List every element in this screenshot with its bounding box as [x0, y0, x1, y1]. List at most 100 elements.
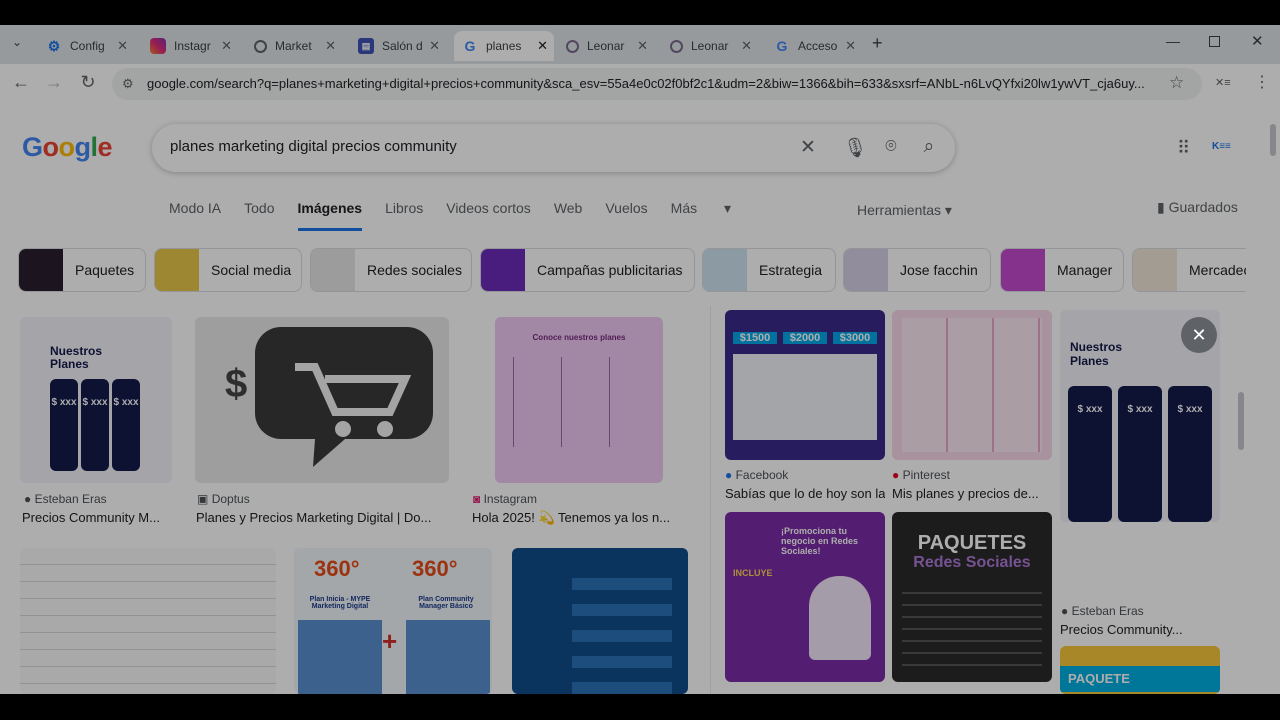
- tab-acceso[interactable]: G Acceso ✕: [766, 31, 862, 61]
- tab-planes[interactable]: G planes ✕: [454, 31, 554, 61]
- bookmark-star-icon[interactable]: ☆: [1169, 73, 1184, 93]
- result-source-3[interactable]: ◙ Instagram: [473, 492, 537, 506]
- preview-caption-pinterest[interactable]: Mis planes y precios de...: [892, 486, 1052, 501]
- back-icon[interactable]: ←: [9, 72, 33, 93]
- result-image-1[interactable]: Nuestros Planes $ xxx $ xxx $ xxx: [20, 317, 172, 483]
- filter-videos-cortos[interactable]: Videos cortos: [446, 200, 531, 231]
- search-icon[interactable]: ⌕: [918, 136, 940, 158]
- globe-icon: [566, 39, 579, 53]
- filter-vuelos[interactable]: Vuelos: [605, 200, 647, 231]
- forward-icon[interactable]: →: [42, 72, 66, 93]
- plan-panel: [298, 620, 382, 694]
- reload-icon[interactable]: ↻: [76, 72, 100, 93]
- result-image-2[interactable]: $: [195, 317, 449, 483]
- image-heading: PAQUETES: [917, 532, 1027, 554]
- microphone-icon[interactable]: 🎙: [843, 136, 867, 160]
- close-tab-icon[interactable]: ✕: [117, 38, 128, 54]
- browser-menu-icon[interactable]: ⋮: [1254, 72, 1270, 92]
- facebook-icon: ●: [725, 468, 733, 482]
- result-image-6[interactable]: [512, 548, 688, 694]
- new-tab-icon[interactable]: +: [872, 33, 883, 54]
- restore-icon[interactable]: [1209, 36, 1220, 47]
- close-tab-icon[interactable]: ✕: [429, 38, 440, 54]
- chip-mercadeo[interactable]: Mercadeo: [1132, 248, 1246, 292]
- result-source-2[interactable]: ▣ Doptus: [197, 492, 250, 506]
- google-logo[interactable]: Google: [22, 132, 113, 163]
- preview-caption-esteban[interactable]: Precios Community...: [1060, 622, 1220, 637]
- preview-image-paquetes[interactable]: PAQUETES Redes Sociales: [892, 512, 1052, 682]
- tab-title: Config: [70, 39, 105, 53]
- price-box: $2000: [783, 332, 827, 344]
- chip-social-media[interactable]: Social media: [154, 248, 302, 292]
- chip-paquetes[interactable]: Paquetes: [18, 248, 146, 292]
- url-field[interactable]: ⚙ google.com/search?q=planes+marketing+d…: [112, 68, 1202, 100]
- close-tab-icon[interactable]: ✕: [537, 38, 548, 54]
- price-box: $3000: [833, 332, 877, 344]
- preview-caption-facebook[interactable]: Sabías que lo de hoy son la...: [725, 486, 885, 501]
- chip-label: Estrategia: [759, 262, 823, 278]
- chip-label: Social media: [211, 262, 292, 278]
- minimize-icon[interactable]: —: [1166, 33, 1180, 49]
- site-info-icon[interactable]: ⚙: [122, 68, 134, 100]
- tab-leonar-1[interactable]: Leonar ✕: [558, 31, 654, 61]
- close-tab-icon[interactable]: ✕: [637, 38, 648, 54]
- preview-source-pinterest[interactable]: ● Pinterest: [892, 468, 950, 482]
- result-source-1[interactable]: ● Esteban Eras: [24, 492, 107, 506]
- preview-image-promociona[interactable]: ¡Promociona tu negocio en Redes Sociales…: [725, 512, 885, 682]
- chip-campanas[interactable]: Campañas publicitarias: [480, 248, 695, 292]
- apps-grid-icon[interactable]: ⠿: [1177, 138, 1190, 159]
- clear-icon[interactable]: ✕: [797, 136, 819, 159]
- preview-image-paquete[interactable]: PAQUETE: [1060, 646, 1220, 694]
- tab-config[interactable]: ⚙ Config ✕: [38, 31, 134, 61]
- result-image-5[interactable]: 360° 360° Plan Inicia - MYPE Marketing D…: [294, 548, 492, 694]
- filter-mas[interactable]: Más ▾: [671, 200, 731, 231]
- close-tab-icon[interactable]: ✕: [741, 38, 752, 54]
- preview-image-pinterest[interactable]: [892, 310, 1052, 460]
- result-image-4[interactable]: [20, 548, 276, 694]
- filter-web[interactable]: Web: [554, 200, 583, 231]
- tab-salon[interactable]: ▤ Salón d ✕: [350, 31, 446, 61]
- close-tab-icon[interactable]: ✕: [845, 38, 856, 54]
- chip-manager[interactable]: Manager: [1000, 248, 1124, 292]
- profile-icon[interactable]: ✕≡: [1215, 76, 1231, 89]
- preview-image-facebook[interactable]: $1500 $2000 $3000: [725, 310, 885, 460]
- tab-leonar-2[interactable]: Leonar ✕: [662, 31, 758, 61]
- tab-marketing[interactable]: Market ✕: [246, 31, 342, 61]
- saved-label: Guardados: [1168, 199, 1238, 215]
- filter-imagenes[interactable]: Imágenes: [297, 200, 363, 231]
- image-column: [609, 357, 647, 447]
- page-scrollbar[interactable]: [1270, 124, 1276, 156]
- saved-button[interactable]: ▮ Guardados: [1157, 199, 1238, 216]
- tab-instagram[interactable]: Instagr ✕: [142, 31, 238, 61]
- chip-label: Mercadeo: [1189, 262, 1246, 278]
- source-name: Pinterest: [902, 468, 950, 482]
- result-caption-3[interactable]: Hola 2025! 💫 Tenemos ya los n...: [472, 510, 682, 526]
- image-column: [513, 357, 551, 447]
- result-image-3[interactable]: Conoce nuestros planes: [495, 317, 663, 483]
- filter-todo[interactable]: Todo: [244, 200, 274, 231]
- result-caption-1[interactable]: Precios Community M...: [22, 510, 172, 525]
- result-caption-2[interactable]: Planes y Precios Marketing Digital | Do.…: [196, 510, 448, 525]
- close-window-icon[interactable]: ✕: [1251, 32, 1264, 50]
- chip-estrategia[interactable]: Estrategia: [702, 248, 836, 292]
- tab-title: Acceso: [798, 39, 838, 53]
- preview-scrollbar[interactable]: [1238, 392, 1244, 450]
- chip-jose-facchin[interactable]: Jose facchin: [843, 248, 991, 292]
- chip-redes-sociales[interactable]: Redes sociales: [310, 248, 472, 292]
- lens-icon[interactable]: ⌾: [880, 136, 902, 158]
- tab-search-chevron-icon[interactable]: ⌄: [12, 35, 22, 49]
- image-body: [733, 354, 877, 440]
- preview-source-esteban[interactable]: ● Esteban Eras: [1061, 604, 1144, 618]
- filter-libros[interactable]: Libros: [385, 200, 423, 231]
- filter-modo-ia[interactable]: Modo IA: [169, 200, 221, 231]
- plus-icon: +: [382, 626, 398, 656]
- close-tab-icon[interactable]: ✕: [221, 38, 232, 54]
- plan-panel: [406, 620, 490, 694]
- close-preview-icon[interactable]: ✕: [1181, 317, 1217, 353]
- preview-source-facebook[interactable]: ● Facebook: [725, 468, 788, 482]
- search-box[interactable]: planes marketing digital precios communi…: [152, 124, 955, 172]
- close-tab-icon[interactable]: ✕: [325, 38, 336, 54]
- account-icon[interactable]: K≡≡: [1212, 141, 1231, 152]
- search-input[interactable]: planes marketing digital precios communi…: [170, 138, 457, 155]
- tools-dropdown[interactable]: Herramientas ▾: [857, 202, 952, 219]
